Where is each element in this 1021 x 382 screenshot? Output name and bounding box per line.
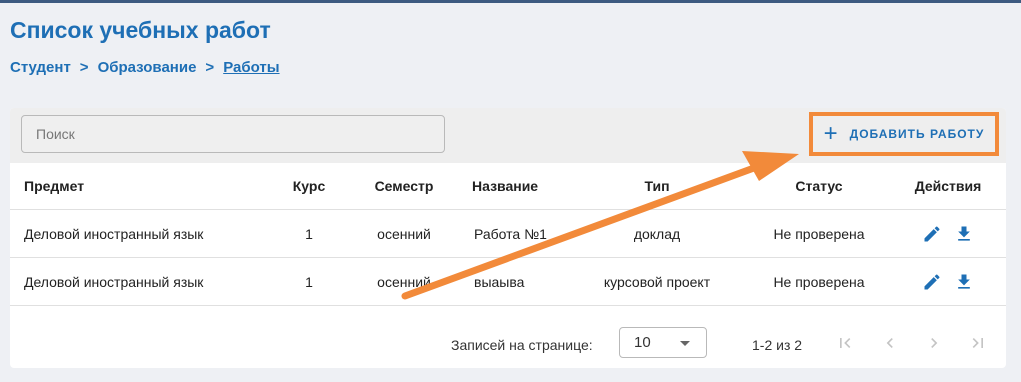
column-header[interactable]: Семестр	[350, 163, 458, 210]
download-icon[interactable]	[954, 272, 974, 292]
semester-cell: осенний	[350, 209, 458, 258]
next-page-icon[interactable]	[924, 333, 944, 353]
breadcrumb-separator: >	[205, 59, 215, 76]
add-work-label: ДОБАВИТЬ РАБОТУ	[849, 127, 985, 141]
column-header[interactable]: Курс	[268, 163, 350, 210]
download-icon[interactable]	[954, 224, 974, 244]
breadcrumb-education[interactable]: Образование	[98, 59, 197, 76]
previous-page-icon[interactable]	[880, 333, 900, 353]
status-cell: Не проверена	[748, 257, 890, 306]
semester-cell: осенний	[350, 257, 458, 306]
subject-cell: Деловой иностранный язык	[10, 209, 268, 258]
table-row: Деловой иностранный язык 1 осенний Работ…	[10, 209, 1006, 258]
breadcrumb: Студент > Образование > Работы	[10, 59, 280, 76]
title-cell: Работа №1	[458, 209, 566, 258]
pagination-range: 1-2 из 2	[752, 337, 803, 353]
pagination-bar: Записей на странице: 10 1-2 из 2	[10, 320, 1006, 368]
top-border	[0, 0, 1021, 3]
breadcrumb-works[interactable]: Работы	[223, 59, 279, 76]
subject-cell: Деловой иностранный язык	[10, 257, 268, 306]
title-cell: выаыва	[458, 257, 566, 306]
works-table: Предмет Курс Семестр Название Тип Статус…	[10, 163, 1006, 306]
edit-icon[interactable]	[922, 224, 942, 244]
last-page-icon[interactable]	[968, 333, 988, 353]
column-header[interactable]: Предмет	[10, 163, 268, 210]
rows-per-page-label: Записей на странице:	[451, 337, 593, 353]
type-cell: курсовой проект	[566, 257, 748, 306]
breadcrumb-separator: >	[79, 59, 89, 76]
breadcrumb-student[interactable]: Студент	[10, 59, 71, 76]
rows-per-page-value: 10	[634, 334, 651, 351]
add-work-button[interactable]: + ДОБАВИТЬ РАБОТУ	[809, 112, 999, 156]
type-cell: доклад	[566, 209, 748, 258]
first-page-icon[interactable]	[835, 333, 855, 353]
table-header-row: Предмет Курс Семестр Название Тип Статус…	[10, 163, 1006, 210]
table-row: Деловой иностранный язык 1 осенний выаыв…	[10, 257, 1006, 306]
column-header: Действия	[890, 163, 1006, 210]
column-header[interactable]: Название	[458, 163, 566, 210]
search-input[interactable]	[21, 115, 445, 153]
course-cell: 1	[268, 257, 350, 306]
actions-cell	[890, 209, 1006, 258]
toolbar: + ДОБАВИТЬ РАБОТУ	[10, 108, 1006, 163]
column-header[interactable]: Тип	[566, 163, 748, 210]
actions-cell	[890, 257, 1006, 306]
caret-down-icon	[680, 341, 690, 346]
page-title: Список учебных работ	[10, 17, 271, 43]
course-cell: 1	[268, 209, 350, 258]
works-card: + ДОБАВИТЬ РАБОТУ Предмет Курс Семестр Н…	[10, 108, 1006, 368]
column-header[interactable]: Статус	[748, 163, 890, 210]
plus-icon: +	[823, 120, 838, 147]
status-cell: Не проверена	[748, 209, 890, 258]
edit-icon[interactable]	[922, 272, 942, 292]
rows-per-page-select[interactable]: 10	[619, 327, 707, 358]
